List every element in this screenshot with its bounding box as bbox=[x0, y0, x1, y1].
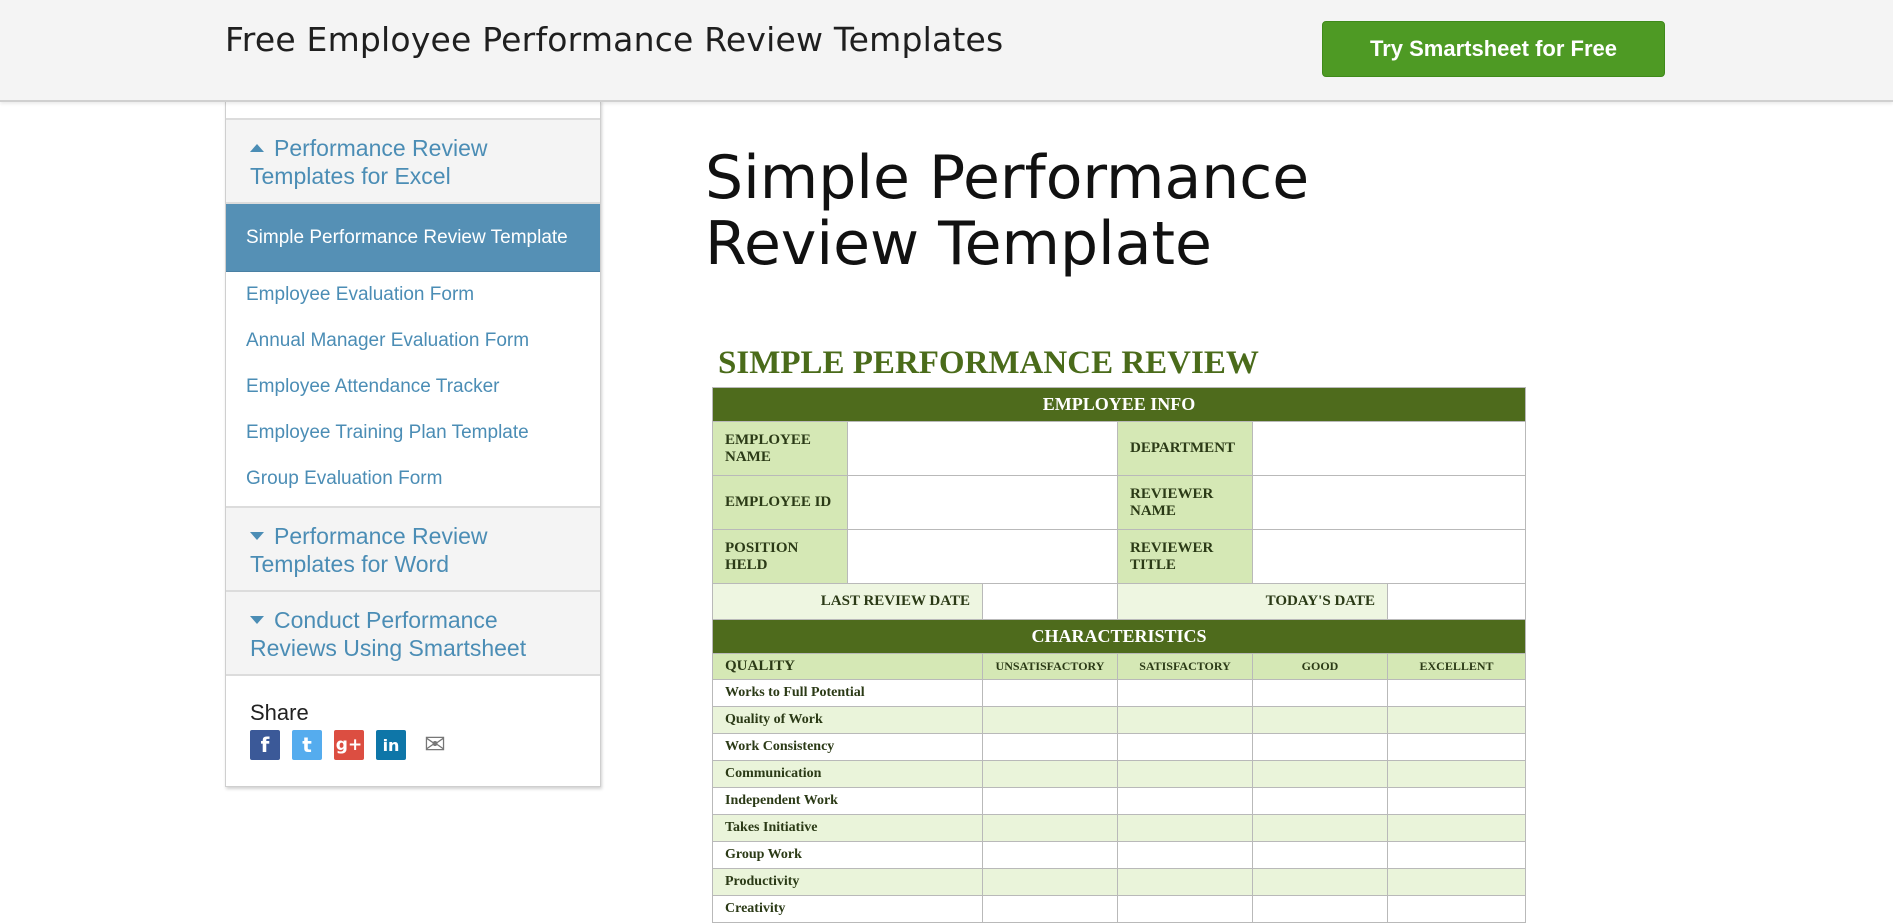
quality-label: Takes Initiative bbox=[712, 814, 983, 842]
try-smartsheet-button[interactable]: Try Smartsheet for Free bbox=[1322, 21, 1665, 77]
review-table: EMPLOYEE INFO EMPLOYEE NAME DEPARTMENT E… bbox=[711, 387, 1527, 923]
share-icons: f t g+ in ✉ bbox=[250, 730, 576, 760]
table-row: Communication bbox=[712, 760, 1527, 788]
review-template-preview: SIMPLE PERFORMANCE REVIEW EMPLOYEE INFO … bbox=[711, 340, 1527, 923]
table-row: Quality of Work bbox=[712, 706, 1527, 734]
reviewer-name-label: REVIEWER NAME bbox=[1117, 475, 1253, 530]
unsatisfactory-column-header: UNSATISFACTORY bbox=[982, 653, 1118, 680]
department-field bbox=[1251, 421, 1527, 476]
todays-date-label: TODAY'S DATE bbox=[1117, 583, 1388, 620]
position-held-field bbox=[847, 529, 1118, 584]
page-title: Simple Performance Review Template bbox=[705, 143, 1310, 279]
table-row: Takes Initiative bbox=[712, 814, 1527, 842]
sidebar-item-annual-manager-evaluation[interactable]: Annual Manager Evaluation Form bbox=[226, 318, 600, 364]
employee-id-field bbox=[847, 475, 1118, 530]
section-excel-label: Performance Review Templates for Excel bbox=[250, 135, 488, 189]
top-header: Free Employee Performance Review Templat… bbox=[0, 0, 1893, 102]
quality-label: Productivity bbox=[712, 868, 983, 896]
quality-label: Quality of Work bbox=[712, 706, 983, 734]
facebook-icon[interactable]: f bbox=[250, 730, 280, 760]
google-plus-icon[interactable]: g+ bbox=[334, 730, 364, 760]
excel-items-list: Simple Performance Review Template Emplo… bbox=[226, 204, 600, 508]
table-row: Work Consistency bbox=[712, 733, 1527, 761]
section-smartsheet-label: Conduct Performance Reviews Using Smarts… bbox=[250, 607, 527, 661]
table-row: Works to Full Potential bbox=[712, 679, 1527, 707]
sidebar-item-group-evaluation[interactable]: Group Evaluation Form bbox=[226, 456, 600, 502]
quality-label: Group Work bbox=[712, 841, 983, 869]
caret-up-icon bbox=[250, 143, 264, 152]
quality-label: Independent Work bbox=[712, 787, 983, 815]
todays-date-field bbox=[1386, 583, 1527, 620]
sidebar-item-simple-performance-review[interactable]: Simple Performance Review Template bbox=[226, 204, 600, 272]
caret-down-icon bbox=[250, 531, 264, 540]
quality-label: Works to Full Potential bbox=[712, 679, 983, 707]
twitter-icon[interactable]: t bbox=[292, 730, 322, 760]
last-review-date-label: LAST REVIEW DATE bbox=[712, 583, 983, 620]
section-excel-toggle[interactable]: Performance Review Templates for Excel bbox=[226, 120, 600, 204]
characteristics-header: CHARACTERISTICS bbox=[711, 619, 1527, 654]
section-smartsheet-toggle[interactable]: Conduct Performance Reviews Using Smarts… bbox=[226, 592, 600, 676]
table-row: Independent Work bbox=[712, 787, 1527, 815]
review-title: SIMPLE PERFORMANCE REVIEW bbox=[718, 345, 1259, 381]
sidebar-top-spacer bbox=[226, 100, 600, 120]
sidebar-item-attendance-tracker[interactable]: Employee Attendance Tracker bbox=[226, 364, 600, 410]
quality-label: Work Consistency bbox=[712, 733, 983, 761]
reviewer-title-field bbox=[1251, 529, 1527, 584]
sidebar-item-employee-evaluation[interactable]: Employee Evaluation Form bbox=[226, 272, 600, 318]
quality-label: Creativity bbox=[712, 895, 983, 923]
position-held-label: POSITION HELD bbox=[712, 529, 848, 584]
employee-name-label: EMPLOYEE NAME bbox=[712, 421, 848, 476]
sidebar-nav: Performance Review Templates for Excel S… bbox=[225, 100, 601, 787]
section-word-label: Performance Review Templates for Word bbox=[250, 523, 488, 577]
last-review-date-field bbox=[982, 583, 1118, 620]
section-word-toggle[interactable]: Performance Review Templates for Word bbox=[226, 508, 600, 592]
employee-id-label: EMPLOYEE ID bbox=[712, 475, 848, 530]
table-row: Creativity bbox=[712, 895, 1527, 923]
reviewer-title-label: REVIEWER TITLE bbox=[1117, 529, 1253, 584]
share-label: Share bbox=[250, 700, 309, 725]
quality-label: Communication bbox=[712, 760, 983, 788]
department-label: DEPARTMENT bbox=[1117, 421, 1253, 476]
header-title: Free Employee Performance Review Templat… bbox=[225, 20, 1004, 59]
excellent-column-header: EXCELLENT bbox=[1386, 653, 1527, 680]
table-row: Group Work bbox=[712, 841, 1527, 869]
caret-down-icon bbox=[250, 615, 264, 624]
employee-name-field bbox=[847, 421, 1118, 476]
table-row: Productivity bbox=[712, 868, 1527, 896]
sidebar-item-training-plan[interactable]: Employee Training Plan Template bbox=[226, 410, 600, 456]
employee-info-header: EMPLOYEE INFO bbox=[711, 387, 1527, 422]
share-block: Share f t g+ in ✉ bbox=[226, 676, 600, 784]
quality-column-header: QUALITY bbox=[712, 653, 983, 680]
email-icon[interactable]: ✉ bbox=[418, 730, 452, 760]
reviewer-name-field bbox=[1251, 475, 1527, 530]
good-column-header: GOOD bbox=[1252, 653, 1388, 680]
satisfactory-column-header: SATISFACTORY bbox=[1117, 653, 1253, 680]
linkedin-icon[interactable]: in bbox=[376, 730, 406, 760]
